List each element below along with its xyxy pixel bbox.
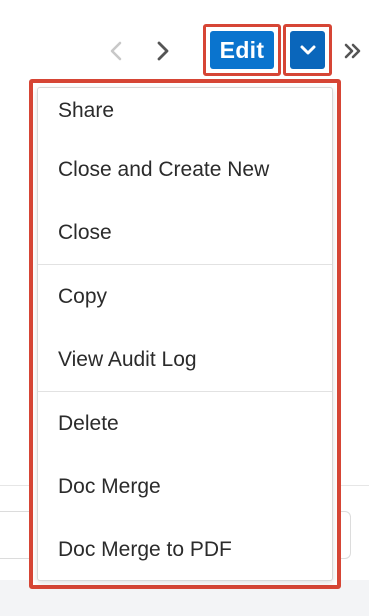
menu-item-view-audit-log[interactable]: View Audit Log xyxy=(38,328,332,391)
menu-item-copy[interactable]: Copy xyxy=(38,265,332,328)
menu-item-close-and-create-new[interactable]: Close and Create New xyxy=(38,138,332,201)
actions-dropdown-menu: Share Close and Create New Close Copy Vi… xyxy=(37,87,333,581)
chevron-left-icon xyxy=(110,41,122,61)
menu-item-doc-merge[interactable]: Doc Merge xyxy=(38,455,332,518)
menu-group: Share Close and Create New Close xyxy=(38,88,332,265)
edit-button-highlight: Edit xyxy=(203,24,281,76)
menu-group: Delete Doc Merge Doc Merge to PDF xyxy=(38,392,332,580)
chevron-down-icon xyxy=(300,45,315,55)
chevron-right-icon xyxy=(157,41,169,61)
menu-item-close[interactable]: Close xyxy=(38,201,332,264)
menu-item-delete[interactable]: Delete xyxy=(38,392,332,455)
double-chevron-right-icon xyxy=(344,43,361,59)
actions-toggle-highlight xyxy=(283,24,332,76)
dropdown-highlight: Share Close and Create New Close Copy Vi… xyxy=(29,79,341,589)
menu-item-share[interactable]: Share xyxy=(38,88,332,138)
previous-record-button[interactable] xyxy=(103,32,129,70)
menu-group: Copy View Audit Log xyxy=(38,265,332,392)
more-toolbar-button[interactable] xyxy=(340,34,366,68)
edit-button[interactable]: Edit xyxy=(210,31,274,69)
actions-dropdown-toggle[interactable] xyxy=(290,31,325,69)
next-record-button[interactable] xyxy=(150,32,176,70)
menu-item-doc-merge-to-pdf[interactable]: Doc Merge to PDF xyxy=(38,518,332,580)
